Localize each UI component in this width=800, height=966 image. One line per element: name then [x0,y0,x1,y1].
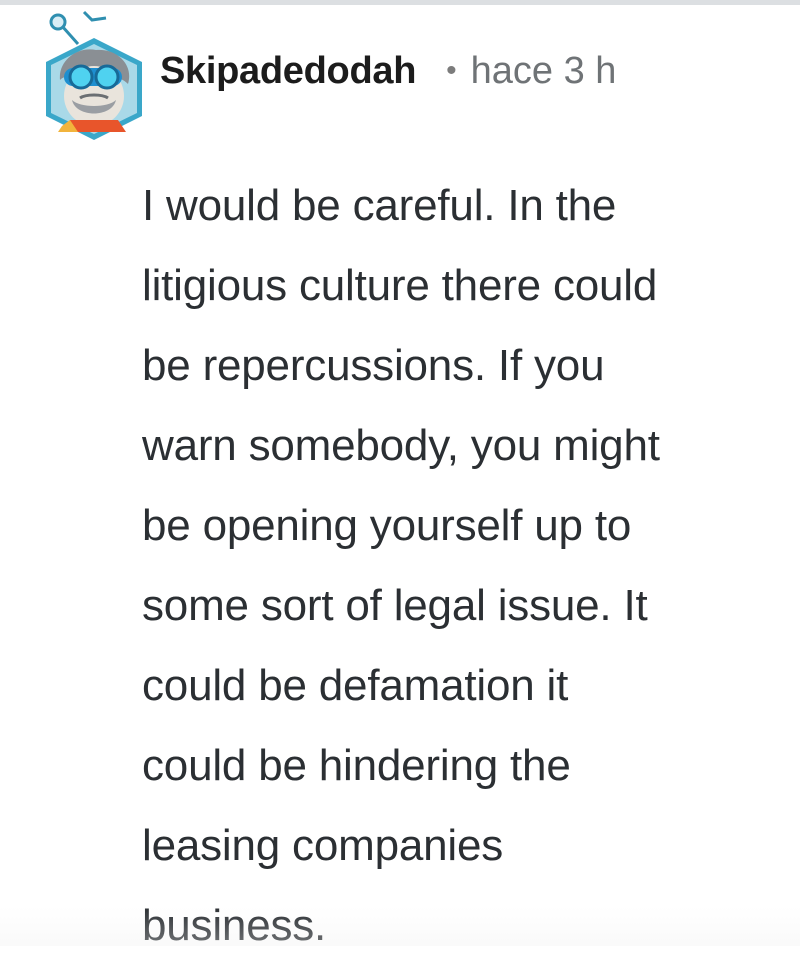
comment-line: warn somebody, you might [142,421,660,470]
comment-header: Skipadedodah • hace 3 h [160,46,616,96]
comment-line: could be hindering the [142,741,571,790]
comment-line: leasing companies [142,821,504,870]
comment-line: I would be careful. In the [142,181,617,230]
comment-line: some sort of legal issue. It [142,581,648,630]
timestamp[interactable]: hace 3 h [471,50,617,93]
comment-line: could be defamation it [142,661,569,710]
username-link[interactable]: Skipadedodah [160,50,416,93]
comment-body: I would be careful. In the litigious cul… [142,166,792,966]
comment-line: litigious culture there could [142,261,658,310]
comment-line: business. [142,901,327,950]
comment: Skipadedodah • hace 3 h I would be caref… [0,0,800,950]
meta-separator: • [446,54,457,87]
robot-scientist-avatar-icon [46,10,142,140]
user-avatar[interactable] [34,8,152,146]
comment-line: be opening yourself up to [142,501,632,550]
comment-line: be repercussions. If you [142,341,605,390]
